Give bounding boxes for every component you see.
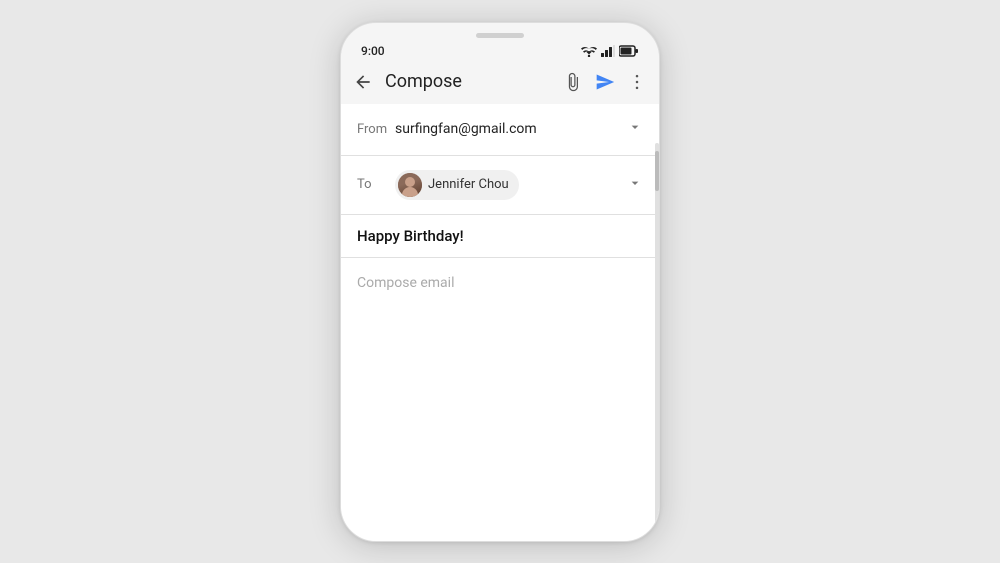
from-value[interactable]: surfingfan@gmail.com	[395, 121, 627, 137]
back-button[interactable]	[353, 68, 381, 96]
battery-icon	[619, 45, 639, 57]
status-time: 9:00	[361, 44, 385, 58]
subject-text: Happy Birthday!	[357, 227, 464, 245]
toolbar-actions	[563, 72, 647, 92]
to-label: To	[357, 177, 395, 192]
scrollbar-track[interactable]	[655, 143, 659, 541]
more-options-icon[interactable]	[627, 72, 647, 92]
status-bar: 9:00	[341, 38, 659, 60]
toolbar: Compose	[341, 60, 659, 104]
avatar-body	[402, 187, 418, 197]
body-row[interactable]: Compose email	[341, 258, 659, 541]
from-label: From	[357, 122, 395, 137]
attach-icon[interactable]	[563, 72, 583, 92]
to-expand-icon[interactable]	[627, 175, 643, 195]
body-placeholder: Compose email	[357, 275, 454, 291]
recipient-avatar	[398, 173, 422, 197]
signal-icon	[601, 45, 615, 57]
subject-row[interactable]: Happy Birthday!	[341, 215, 659, 258]
from-row: From surfingfan@gmail.com	[341, 104, 659, 156]
to-field[interactable]: Jennifer Chou	[395, 170, 627, 200]
toolbar-title: Compose	[381, 71, 563, 92]
wifi-icon	[581, 45, 597, 57]
compose-area: From surfingfan@gmail.com To	[341, 104, 659, 541]
recipient-chip[interactable]: Jennifer Chou	[395, 170, 519, 200]
send-icon[interactable]	[595, 72, 615, 92]
status-icons	[581, 45, 639, 57]
phone-shell: 9:00	[340, 22, 660, 542]
recipient-name: Jennifer Chou	[428, 177, 509, 192]
from-expand-icon[interactable]	[627, 119, 643, 139]
to-row: To Jennifer Chou	[341, 156, 659, 215]
avatar-head	[405, 177, 415, 187]
avatar-inner	[398, 173, 422, 197]
scrollbar-thumb	[655, 151, 659, 191]
